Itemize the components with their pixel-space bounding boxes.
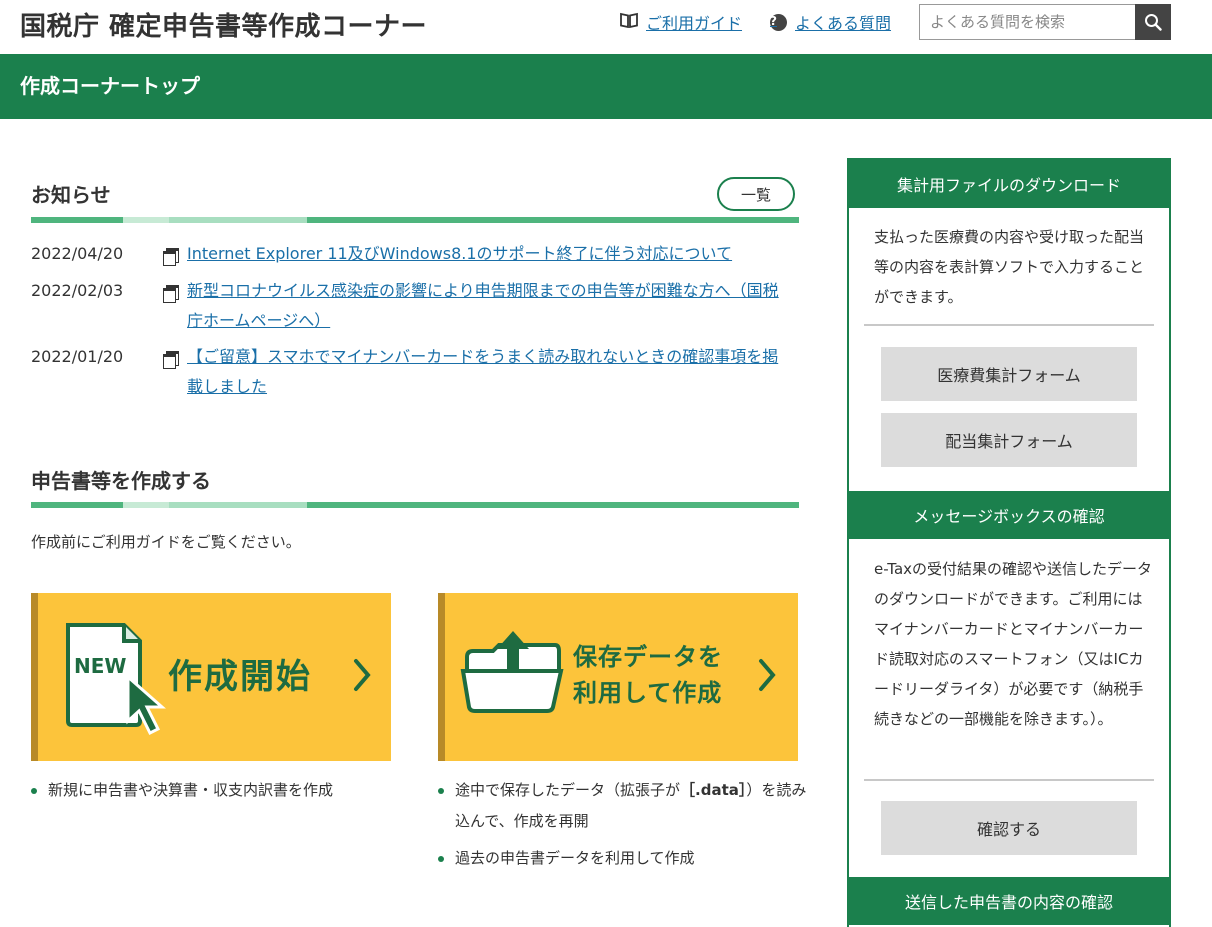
new-document-icon: NEW	[66, 623, 166, 736]
dividend-form-button[interactable]: 配当集計フォーム	[881, 413, 1137, 467]
use-saved-data-label-line1: 保存データを	[573, 643, 723, 671]
chevron-right-icon	[759, 659, 776, 691]
folder-upload-icon	[460, 631, 564, 713]
create-heading-rule	[31, 502, 799, 508]
top-header: 国税庁 確定申告書等作成コーナー ご利用ガイド ? よくある質問	[0, 0, 1212, 54]
create-intro-text: 作成前にご利用ガイドをご覧ください。	[31, 533, 301, 551]
start-new-bullets: 新規に申告書や決算書・収支内訳書を作成	[31, 775, 391, 806]
news-date: 2022/02/03	[31, 281, 124, 300]
external-window-icon	[163, 248, 179, 266]
faq-link-label[interactable]: よくある質問	[795, 10, 891, 34]
search-button[interactable]	[1135, 4, 1171, 40]
guide-link-label[interactable]: ご利用ガイド	[646, 10, 742, 34]
news-heading-rule	[31, 217, 799, 223]
external-window-icon	[163, 285, 179, 303]
news-list-button[interactable]: 一覧	[717, 177, 795, 211]
chevron-right-icon	[354, 659, 371, 691]
page-title-bar: 作成コーナートップ	[0, 54, 1212, 119]
guide-link[interactable]: ご利用ガイド	[620, 10, 742, 34]
site-title: 国税庁 確定申告書等作成コーナー	[20, 12, 428, 42]
bullet-item: 新規に申告書や決算書・収支内訳書を作成	[31, 775, 391, 806]
download-heading: 集計用ファイルのダウンロード	[849, 160, 1169, 208]
new-badge-text: NEW	[74, 654, 126, 678]
bullet-item: 途中で保存したデータ（拡張子が［.data］）を読み込んで、作成を再開	[438, 775, 808, 837]
use-saved-data-card[interactable]: 保存データを 利用して作成	[438, 593, 798, 761]
news-link[interactable]: 【ご留意】スマホでマイナンバーカードをうまく読み取れないときの確認事項を掲載しま…	[187, 342, 787, 402]
download-description: 支払った医療費の内容や受け取った配当等の内容を表計算ソフトで入力することができま…	[874, 228, 1145, 306]
bullet-item: 過去の申告書データを利用して作成	[438, 843, 808, 874]
divider	[864, 324, 1154, 326]
faq-link[interactable]: ? よくある質問	[770, 10, 891, 34]
use-saved-data-label[interactable]: 保存データを 利用して作成	[573, 639, 723, 711]
news-link[interactable]: Internet Explorer 11及びWindows8.1のサポート終了に…	[187, 239, 787, 269]
search-icon	[1145, 14, 1162, 31]
messagebox-heading: メッセージボックスの確認	[849, 491, 1169, 539]
external-window-icon	[163, 351, 179, 369]
start-new-label[interactable]: 作成開始	[168, 649, 312, 698]
sent-return-heading: 送信した申告書の内容の確認	[849, 877, 1169, 925]
book-icon	[620, 12, 638, 32]
news-date: 2022/01/20	[31, 347, 124, 366]
divider	[864, 779, 1154, 781]
search-input[interactable]	[919, 4, 1135, 40]
messagebox-description: e-Taxの受付結果の確認や送信したデータのダウンロードができます。ご利用にはマ…	[874, 560, 1153, 728]
help-icon: ?	[770, 13, 787, 31]
start-new-card[interactable]: NEW 作成開始	[31, 593, 391, 761]
page-title: 作成コーナートップ	[20, 74, 200, 98]
use-saved-data-label-line2: 利用して作成	[573, 679, 723, 707]
news-heading: お知らせ	[31, 183, 111, 207]
confirm-button[interactable]: 確認する	[881, 801, 1137, 855]
use-saved-bullets: 途中で保存したデータ（拡張子が［.data］）を読み込んで、作成を再開 過去の申…	[438, 775, 808, 874]
sidebar: 集計用ファイルのダウンロード 支払った医療費の内容や受け取った配当等の内容を表計…	[847, 158, 1171, 927]
news-date: 2022/04/20	[31, 244, 124, 263]
file-extension-text: ［.data］	[680, 781, 747, 799]
create-heading: 申告書等を作成する	[31, 469, 211, 493]
medical-form-button[interactable]: 医療費集計フォーム	[881, 347, 1137, 401]
bullet-text: 途中で保存したデータ（拡張子が	[455, 781, 681, 799]
news-link[interactable]: 新型コロナウイルス感染症の影響により申告期限までの申告等が困難な方へ（国税庁ホー…	[187, 276, 787, 336]
